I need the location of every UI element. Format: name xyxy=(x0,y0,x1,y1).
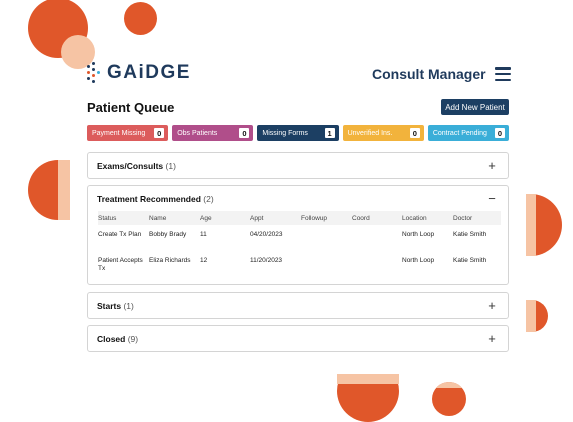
cell-coord xyxy=(352,257,402,283)
decorative-half-circle xyxy=(337,374,399,422)
table-row[interactable]: Patient Accepts Tx Eliza Richards 12 11/… xyxy=(98,257,501,283)
section-count: (1) xyxy=(123,300,134,311)
section-count: (2) xyxy=(203,193,214,204)
cell-appt: 11/20/2023 xyxy=(250,257,283,264)
collapse-icon[interactable]: − xyxy=(486,192,498,205)
decorative-half-circle xyxy=(526,300,548,332)
badge-label: Unverified Ins. xyxy=(347,129,393,137)
column-header-location[interactable]: Location xyxy=(402,211,453,225)
cell-doctor: Katie Smith xyxy=(453,231,487,238)
section-header[interactable]: Exams/Consults (1) + xyxy=(88,153,508,178)
column-header-coord[interactable]: Coord xyxy=(352,211,402,225)
section-title: Exams/Consults (1) xyxy=(97,161,176,171)
table-row[interactable]: Create Tx Plan Bobby Brady 11 04/20/2023… xyxy=(98,225,501,257)
expand-icon[interactable]: + xyxy=(486,159,498,172)
badge-label: Payment Missing xyxy=(92,129,146,137)
column-header-age[interactable]: Age xyxy=(200,211,250,225)
cell-appt: 04/20/2023 xyxy=(250,231,283,238)
cell-age: 11 xyxy=(200,231,207,238)
badge-count: 0 xyxy=(495,128,506,138)
add-new-patient-button[interactable]: Add New Patient xyxy=(441,99,509,115)
section-header[interactable]: Treatment Recommended (2) − xyxy=(88,186,508,211)
expand-icon[interactable]: + xyxy=(486,299,498,312)
column-header-appt[interactable]: Appt xyxy=(250,211,301,225)
column-header-name[interactable]: Name xyxy=(149,211,200,225)
section-count: (1) xyxy=(165,160,176,171)
section-closed: Closed (9) + xyxy=(87,325,509,352)
section-title-text: Treatment Recommended xyxy=(97,193,201,204)
cell-name: Eliza Richards xyxy=(149,257,191,264)
section-count: (9) xyxy=(127,333,139,344)
brand-logo[interactable]: GAiDGE xyxy=(87,62,191,84)
section-title: Treatment Recommended (2) xyxy=(97,194,214,204)
expand-icon[interactable]: + xyxy=(486,332,498,345)
section-title: Closed (9) xyxy=(97,334,138,344)
section-title-text: Starts xyxy=(97,300,122,311)
column-header-status[interactable]: Status xyxy=(98,211,149,225)
decorative-half-circle xyxy=(28,160,70,220)
status-badges: Payment Missing 0 Obs Patients 0 Missing… xyxy=(87,125,510,141)
badge-label: Missing Forms xyxy=(262,129,308,137)
badge-payment-missing[interactable]: Payment Missing 0 xyxy=(87,125,169,141)
decorative-half-circle xyxy=(526,194,563,256)
cell-age: 12 xyxy=(200,257,208,264)
badge-count: 1 xyxy=(324,128,335,138)
cell-doctor: Katie Smith xyxy=(453,257,487,264)
cell-name: Bobby Brady xyxy=(149,231,187,238)
cell-location: North Loop xyxy=(402,231,435,238)
cell-status: Create Tx Plan xyxy=(98,231,142,238)
treatment-table: Status Name Age Appt Followup Coord Loca… xyxy=(98,211,501,283)
badge-contract-pending[interactable]: Contract Pending 0 xyxy=(427,125,510,141)
section-exams-consults: Exams/Consults (1) + xyxy=(87,152,509,179)
section-title-text: Exams/Consults xyxy=(97,160,164,171)
badge-label: Obs Patients xyxy=(177,129,218,137)
logo-mark-icon xyxy=(87,62,101,84)
badge-count: 0 xyxy=(239,128,250,138)
app-title: Consult Manager xyxy=(372,66,486,82)
column-header-followup[interactable]: Followup xyxy=(301,211,352,225)
badge-label: Contract Pending xyxy=(432,129,487,137)
cell-status: Patient Accepts Tx xyxy=(98,257,143,272)
cell-followup xyxy=(301,257,352,283)
menu-icon[interactable] xyxy=(495,67,511,81)
section-header[interactable]: Starts (1) + xyxy=(88,293,508,318)
cell-coord xyxy=(352,225,402,257)
cell-followup xyxy=(301,225,352,257)
badge-count: 0 xyxy=(409,128,420,138)
badge-unverified-ins[interactable]: Unverified Ins. 0 xyxy=(342,125,424,141)
brand-name: GAiDGE xyxy=(107,62,191,83)
decorative-circle xyxy=(124,2,157,35)
column-header-doctor[interactable]: Doctor xyxy=(453,211,501,225)
section-title-text: Closed xyxy=(97,333,126,344)
section-header[interactable]: Closed (9) + xyxy=(88,326,508,351)
page-title: Patient Queue xyxy=(87,100,175,115)
badge-count: 0 xyxy=(154,128,165,138)
section-title: Starts (1) xyxy=(97,301,134,311)
badge-missing-forms[interactable]: Missing Forms 1 xyxy=(257,125,339,141)
decorative-circle xyxy=(432,382,466,416)
section-treatment-recommended: Treatment Recommended (2) − Status Name … xyxy=(87,185,509,285)
badge-obs-patients[interactable]: Obs Patients 0 xyxy=(172,125,254,141)
section-starts: Starts (1) + xyxy=(87,292,509,319)
cell-location: North Loop xyxy=(402,257,435,264)
table-header-row: Status Name Age Appt Followup Coord Loca… xyxy=(98,211,501,225)
